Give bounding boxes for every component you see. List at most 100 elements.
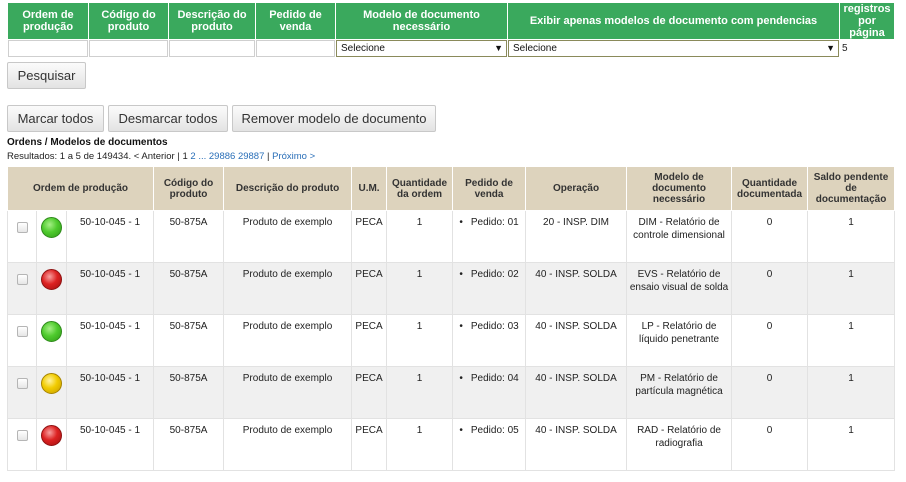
table-row: 50-10-045 - 1 50-875A Produto de exemplo… bbox=[7, 262, 896, 315]
cell-pedido: Pedido: 04 bbox=[470, 373, 519, 384]
cell-um: PECA bbox=[351, 314, 388, 367]
bullet-icon: • bbox=[459, 217, 463, 228]
dropdown-arrow-icon: ▼ bbox=[494, 43, 503, 53]
filter-header-descricao: Descrição do produto bbox=[168, 2, 256, 40]
cell-ordem: 50-10-045 - 1 bbox=[65, 210, 155, 263]
cell-ordem: 50-10-045 - 1 bbox=[65, 366, 155, 419]
prev-link[interactable]: < Anterior bbox=[134, 151, 175, 162]
cell-ordem: 50-10-045 - 1 bbox=[65, 314, 155, 367]
status-red-icon bbox=[41, 269, 62, 290]
table-row: 50-10-045 - 1 50-875A Produto de exemplo… bbox=[7, 210, 896, 263]
cell-qtd-doc: 0 bbox=[731, 366, 809, 419]
results-header-row: Ordem de produção Código do produto Desc… bbox=[6, 166, 896, 211]
bullet-icon: • bbox=[459, 373, 463, 384]
filter-header-registros: registros por página bbox=[839, 2, 895, 40]
row-checkbox[interactable] bbox=[16, 274, 28, 285]
cell-operacao: 40 - INSP. SOLDA bbox=[525, 366, 628, 419]
cell-saldo: 1 bbox=[807, 262, 896, 315]
cell-saldo: 1 bbox=[807, 418, 896, 471]
col-header-qtd-ordem: Quantidade da ordem bbox=[386, 166, 454, 211]
cell-codigo: 50-875A bbox=[153, 418, 225, 471]
cell-ordem: 50-10-045 - 1 bbox=[65, 418, 155, 471]
cell-qtd-ordem: 1 bbox=[386, 262, 454, 315]
filter-header-codigo: Código do produto bbox=[88, 2, 169, 40]
modelo-documento-select[interactable]: Selecione ▼ bbox=[336, 40, 507, 57]
page-link-29886[interactable]: 29886 bbox=[209, 151, 235, 162]
cell-qtd-doc: 0 bbox=[731, 314, 809, 367]
cell-pedido: Pedido: 03 bbox=[470, 321, 519, 332]
col-header-descricao: Descrição do produto bbox=[223, 166, 353, 211]
cell-qtd-doc: 0 bbox=[731, 418, 809, 471]
page-link-29887[interactable]: 29887 bbox=[238, 151, 264, 162]
cell-operacao: 40 - INSP. SOLDA bbox=[525, 262, 628, 315]
desmarcar-todos-button[interactable]: Desmarcar todos bbox=[108, 105, 228, 132]
status-red-icon bbox=[41, 425, 62, 446]
filter-header-pedido: Pedido de venda bbox=[255, 2, 336, 40]
cell-saldo: 1 bbox=[807, 314, 896, 367]
cell-qtd-doc: 0 bbox=[731, 210, 809, 263]
filter-header-row: Ordem de produção Código do produto Desc… bbox=[7, 2, 895, 40]
cell-saldo: 1 bbox=[807, 210, 896, 263]
remover-modelo-button[interactable]: Remover modelo de documento bbox=[232, 105, 436, 132]
cell-descricao: Produto de exemplo bbox=[223, 262, 353, 315]
col-header-ordem: Ordem de produção bbox=[6, 166, 155, 211]
pedido-venda-input[interactable] bbox=[256, 40, 335, 57]
filter-input-row: Selecione ▼ Selecione ▼ 5 bbox=[7, 39, 895, 58]
results-table: Ordem de produção Código do produto Desc… bbox=[6, 166, 896, 471]
table-row: 50-10-045 - 1 50-875A Produto de exemplo… bbox=[7, 418, 896, 471]
cell-modelo: RAD - Relatório de radiografia bbox=[626, 418, 733, 471]
dropdown-arrow-icon: ▼ bbox=[826, 43, 835, 53]
cell-pedido: Pedido: 05 bbox=[470, 425, 519, 436]
col-header-qtd-doc: Quantidade documentada bbox=[731, 166, 809, 211]
registros-por-pagina-input[interactable]: 5 bbox=[840, 41, 894, 57]
bullet-icon: • bbox=[459, 425, 463, 436]
cell-descricao: Produto de exemplo bbox=[223, 314, 353, 367]
page-link-2[interactable]: 2 bbox=[190, 151, 195, 162]
cell-modelo: LP - Relatório de líquido penetrante bbox=[626, 314, 733, 367]
pesquisar-button[interactable]: Pesquisar bbox=[7, 62, 86, 89]
pendencias-select[interactable]: Selecione ▼ bbox=[508, 40, 839, 57]
cell-qtd-ordem: 1 bbox=[386, 366, 454, 419]
table-row: 50-10-045 - 1 50-875A Produto de exemplo… bbox=[7, 366, 896, 419]
next-link[interactable]: Próximo > bbox=[272, 151, 315, 162]
pager-separator: | bbox=[177, 151, 180, 162]
cell-qtd-doc: 0 bbox=[731, 262, 809, 315]
results-summary: Resultados: 1 a 5 de 149434. bbox=[7, 151, 132, 162]
ordem-producao-input[interactable] bbox=[8, 40, 88, 57]
row-checkbox[interactable] bbox=[16, 222, 28, 233]
filter-header-pendencias: Exibir apenas modelos de documento com p… bbox=[507, 2, 840, 40]
cell-ordem: 50-10-045 - 1 bbox=[65, 262, 155, 315]
cell-modelo: DIM - Relatório de controle dimensional bbox=[626, 210, 733, 263]
cell-um: PECA bbox=[351, 210, 388, 263]
pagination: Resultados: 1 a 5 de 149434. < Anterior … bbox=[7, 151, 315, 162]
filter-table: Ordem de produção Código do produto Desc… bbox=[7, 2, 895, 58]
cell-descricao: Produto de exemplo bbox=[223, 418, 353, 471]
pager-separator: | bbox=[267, 151, 270, 162]
cell-modelo: PM - Relatório de partícula magnética bbox=[626, 366, 733, 419]
status-green-icon bbox=[41, 217, 62, 238]
cell-codigo: 50-875A bbox=[153, 262, 225, 315]
cell-um: PECA bbox=[351, 418, 388, 471]
col-header-saldo: Saldo pendente de documentação bbox=[807, 166, 896, 211]
col-header-operacao: Operação bbox=[525, 166, 628, 211]
row-checkbox[interactable] bbox=[16, 326, 28, 337]
row-checkbox[interactable] bbox=[16, 430, 28, 441]
descricao-produto-input[interactable] bbox=[169, 40, 255, 57]
marcar-todos-button[interactable]: Marcar todos bbox=[7, 105, 104, 132]
cell-qtd-ordem: 1 bbox=[386, 418, 454, 471]
filter-header-ordem: Ordem de produção bbox=[7, 2, 89, 40]
cell-descricao: Produto de exemplo bbox=[223, 366, 353, 419]
cell-pedido: Pedido: 01 bbox=[470, 217, 519, 228]
cell-codigo: 50-875A bbox=[153, 210, 225, 263]
status-yellow-icon bbox=[41, 373, 62, 394]
cell-operacao: 40 - INSP. SOLDA bbox=[525, 314, 628, 367]
row-checkbox[interactable] bbox=[16, 378, 28, 389]
codigo-produto-input[interactable] bbox=[89, 40, 168, 57]
cell-um: PECA bbox=[351, 366, 388, 419]
bullet-icon: • bbox=[459, 321, 463, 332]
cell-pedido: Pedido: 02 bbox=[470, 269, 519, 280]
modelo-documento-select-value: Selecione bbox=[341, 43, 385, 54]
col-header-pedido: Pedido de venda bbox=[452, 166, 527, 211]
col-header-modelo: Modelo de documento necessário bbox=[626, 166, 733, 211]
cell-qtd-ordem: 1 bbox=[386, 210, 454, 263]
